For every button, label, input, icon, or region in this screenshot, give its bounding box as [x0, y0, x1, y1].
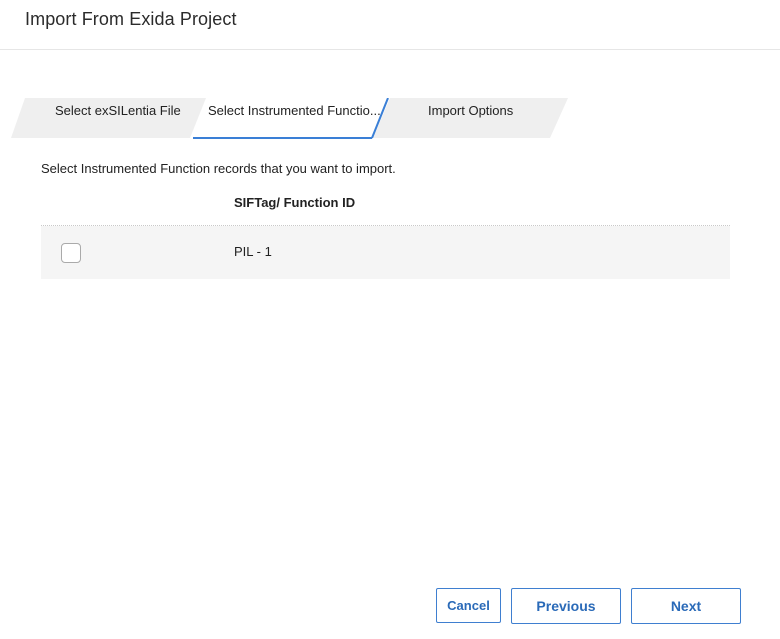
next-button[interactable]: Next — [631, 588, 741, 624]
dialog-title: Import From Exida Project — [25, 9, 237, 29]
import-dialog: Import From Exida Project Select exSILen… — [0, 0, 780, 639]
dialog-header: Import From Exida Project — [0, 0, 780, 50]
wizard-step-select-file[interactable]: Select exSILentia File — [55, 103, 181, 118]
wizard-step-select-functions[interactable]: Select Instrumented Functio... — [208, 103, 381, 118]
functions-grid: SIFTag/ Function ID PIL - 1 — [41, 188, 730, 279]
wizard-steps: Select exSILentia File Select Instrument… — [0, 98, 780, 140]
column-header-sif-tag[interactable]: SIFTag/ Function ID — [234, 195, 355, 210]
grid-header: SIFTag/ Function ID — [41, 188, 730, 226]
row-select-checkbox[interactable] — [61, 243, 81, 263]
instructions-text: Select Instrumented Function records tha… — [41, 161, 396, 176]
cancel-button[interactable]: Cancel — [436, 588, 501, 623]
table-row[interactable]: PIL - 1 — [41, 226, 730, 279]
wizard-step-import-options[interactable]: Import Options — [428, 103, 513, 118]
row-function-id: PIL - 1 — [234, 244, 272, 259]
previous-button[interactable]: Previous — [511, 588, 621, 624]
